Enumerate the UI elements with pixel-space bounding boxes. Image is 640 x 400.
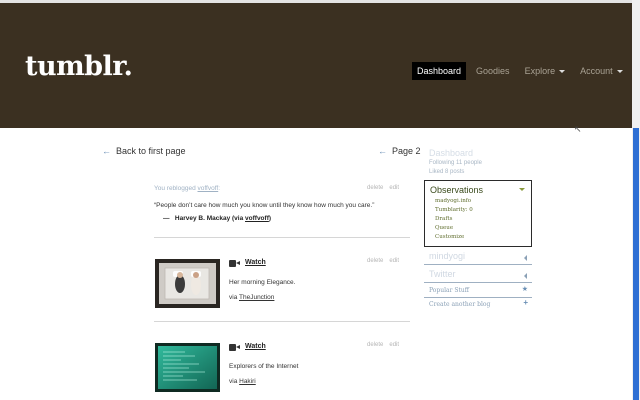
- back-link-label: Back to first page: [116, 146, 186, 156]
- sidebar-row-create-blog[interactable]: Create another blog +: [424, 298, 532, 312]
- reblog-user-link[interactable]: voffvoff: [198, 185, 219, 192]
- plus-icon: +: [523, 298, 528, 307]
- edit-button[interactable]: edit: [389, 258, 399, 264]
- nav-account[interactable]: Account: [575, 62, 628, 80]
- page: tumblr. Dashboard Goodies Explore Accoun…: [0, 0, 640, 400]
- edit-button[interactable]: edit: [389, 342, 399, 348]
- quote-source-end: ): [268, 215, 272, 222]
- video-1-via: via TheJunction: [229, 294, 274, 301]
- chevron-left-icon: [524, 255, 527, 261]
- video-2-actions: delete edit: [361, 342, 399, 348]
- star-icon: ★: [521, 286, 528, 293]
- back-to-first-page-link[interactable]: ← Back to first page: [102, 146, 186, 156]
- sidebar-row-label: Popular Stuff: [429, 287, 470, 294]
- arrow-left-icon: ←: [102, 146, 111, 156]
- following-count[interactable]: Following 11 people: [429, 160, 482, 166]
- video-camera-icon: [229, 344, 240, 351]
- sidebar-row-label: mindyogi: [429, 251, 466, 261]
- quote-text: “People don’t care how much you know unt…: [154, 202, 375, 209]
- sidebar-row-popular-stuff[interactable]: Popular Stuff ★: [424, 285, 532, 298]
- video-2-caption: Explorers of the Internet: [229, 363, 299, 370]
- chevron-left-icon: [524, 273, 527, 279]
- video-1-caption: Her morning Elegance.: [229, 279, 296, 286]
- quote-source-link[interactable]: voffvoff: [245, 215, 269, 222]
- via-label: via: [229, 378, 240, 385]
- video-thumbnail-1[interactable]: [155, 259, 220, 308]
- page-2-link[interactable]: ← Page 2: [378, 146, 421, 156]
- watch-link-1[interactable]: Watch: [245, 259, 266, 266]
- blog-box-item-tumblarity[interactable]: Tumblarity: 0: [435, 207, 473, 213]
- chevron-down-icon: [559, 69, 566, 73]
- nav-goodies[interactable]: Goodies: [471, 62, 515, 80]
- delete-button[interactable]: delete: [367, 258, 383, 264]
- via-source-link[interactable]: Hakiri: [239, 378, 256, 385]
- watch-link-2[interactable]: Watch: [245, 343, 266, 350]
- via-label: via: [229, 294, 239, 301]
- chevron-down-icon[interactable]: [519, 188, 525, 191]
- video-thumbnail-1-art: [155, 259, 220, 308]
- nav-dashboard-label: Dashboard: [417, 66, 462, 76]
- nav-goodies-label: Goodies: [476, 66, 510, 76]
- quote-source: — Harvey B. Mackay (via voffvoff): [163, 215, 271, 222]
- scrollbar[interactable]: [632, 0, 640, 400]
- quote-post-actions: delete edit: [361, 185, 399, 191]
- sidebar-row-label: Twitter: [429, 269, 456, 279]
- chevron-down-icon: [616, 69, 623, 73]
- blog-box-item-queue[interactable]: Queue: [435, 225, 453, 231]
- sidebar-dashboard-title[interactable]: Dashboard: [429, 148, 473, 158]
- main-nav: Dashboard Goodies Explore Account: [412, 62, 633, 80]
- reblog-meta-suffix: :: [218, 185, 221, 192]
- sidebar-row-twitter[interactable]: Twitter: [424, 267, 532, 283]
- blog-box-item-url[interactable]: madyogi.info: [435, 198, 471, 204]
- arrow-left-icon: ←: [378, 146, 387, 156]
- quote-dash: —: [163, 215, 170, 222]
- video-1-actions: delete edit: [361, 258, 399, 264]
- reblog-meta: You reblogged voffvoff:: [154, 185, 220, 192]
- delete-button[interactable]: delete: [367, 185, 383, 191]
- video-2-via: via Hakiri: [229, 378, 256, 385]
- tumblr-logo[interactable]: tumblr.: [25, 51, 133, 82]
- blog-box-item-drafts[interactable]: Drafts: [435, 216, 452, 222]
- nav-explore-label: Explore: [524, 66, 556, 76]
- post-divider: [154, 237, 410, 238]
- liked-count[interactable]: Liked 8 posts: [429, 169, 464, 175]
- reblog-meta-prefix: You reblogged: [154, 185, 198, 192]
- nav-account-label: Account: [580, 66, 613, 76]
- blog-box-item-customize[interactable]: Customize: [435, 234, 464, 240]
- page-link-label: Page 2: [392, 146, 421, 156]
- nav-explore[interactable]: Explore: [520, 62, 571, 80]
- video-thumbnail-2[interactable]: [155, 343, 220, 392]
- blog-box-title[interactable]: Observations: [430, 185, 483, 195]
- post-divider: [154, 321, 410, 322]
- quote-source-name: Harvey B. Mackay (via: [174, 215, 246, 222]
- sidebar-row-mindyogi[interactable]: mindyogi: [424, 250, 532, 265]
- mouse-cursor-icon: ↖: [574, 124, 582, 134]
- delete-button[interactable]: delete: [367, 342, 383, 348]
- via-source-link[interactable]: TheJunction: [239, 294, 274, 301]
- video-thumbnail-2-art: [155, 343, 220, 392]
- scrollbar-thumb[interactable]: [633, 128, 639, 400]
- header: tumblr. Dashboard Goodies Explore Accoun…: [0, 0, 632, 128]
- nav-dashboard[interactable]: Dashboard: [412, 62, 467, 80]
- blog-box-observations: Observations madyogi.info Tumblarity: 0 …: [424, 180, 532, 247]
- sidebar-row-label: Create another blog: [429, 301, 491, 308]
- video-camera-icon: [229, 260, 240, 267]
- edit-button[interactable]: edit: [389, 185, 399, 191]
